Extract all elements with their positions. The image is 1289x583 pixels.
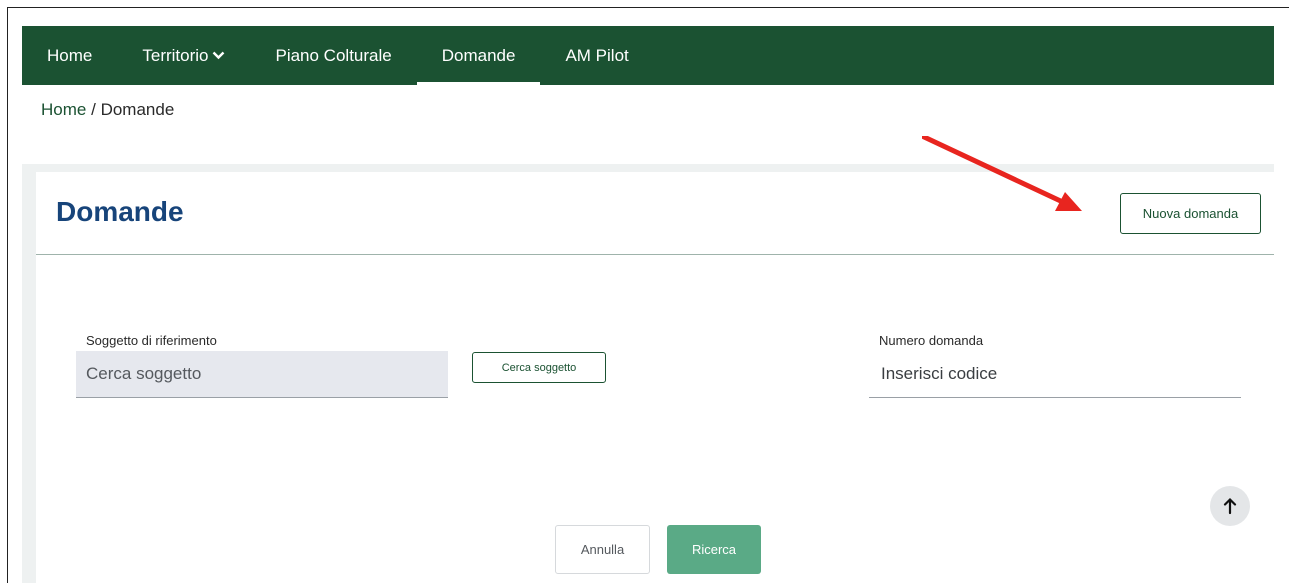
red-arrow-annotation [922,136,1082,211]
search-subject-button[interactable]: Cerca soggetto [472,352,606,383]
breadcrumb-current: Domande [100,100,175,119]
subject-label: Soggetto di riferimento [86,333,217,348]
breadcrumb-home-link[interactable]: Home [41,100,86,119]
screenshot-border-top [7,7,1289,8]
app-container: Home Territorio Piano Colturale Domande … [22,26,1274,583]
nav-item-label: Piano Colturale [275,45,392,65]
page-title: Domande [56,196,184,227]
breadcrumb: Home / Domande [41,100,174,120]
nav-item-piano-colturale[interactable]: Piano Colturale [250,26,416,85]
nav-item-home[interactable]: Home [22,26,117,85]
header-divider [36,254,1274,255]
breadcrumb-separator: / [91,100,96,119]
cancel-button[interactable]: Annulla [555,525,650,574]
arrow-up-icon [1223,497,1237,515]
nav-item-domande[interactable]: Domande [416,26,541,85]
domanda-number-input[interactable]: Inserisci codice [869,351,1241,398]
scroll-to-top-button[interactable] [1210,486,1250,526]
nav-item-label: Home [47,45,93,65]
top-navbar: Home Territorio Piano Colturale Domande … [22,26,1274,85]
number-label: Numero domanda [879,333,984,348]
nav-item-am-pilot[interactable]: AM Pilot [540,26,653,85]
search-button[interactable]: Ricerca [667,525,761,574]
nav-item-territorio[interactable]: Territorio [117,26,250,85]
nav-item-label: Territorio [142,45,209,65]
nav-item-label: Domande [441,45,516,65]
nav-item-label: AM Pilot [565,45,629,65]
subject-search-input[interactable]: Cerca soggetto [76,351,448,398]
new-domanda-button[interactable]: Nuova domanda [1120,193,1261,234]
chevron-down-icon [212,51,225,60]
screenshot-border-left [7,7,8,583]
